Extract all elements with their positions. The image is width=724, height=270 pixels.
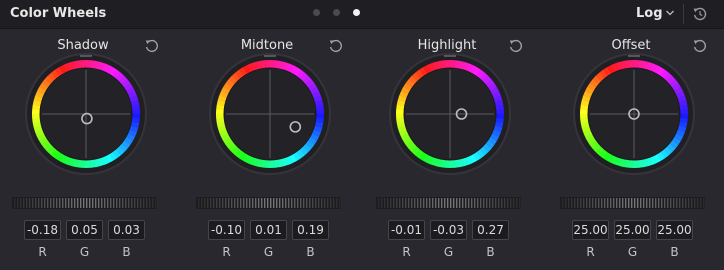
channel-label-r: R <box>222 245 231 259</box>
page-dot-1[interactable] <box>313 9 320 16</box>
wheel-title-shadow: Shadow <box>57 38 109 53</box>
master-wheel-offset[interactable] <box>560 197 705 209</box>
channel-label-g: G <box>627 245 638 259</box>
wheel-panel-midtone: Midtone -0.10 R 0.01 G 0.19 B <box>184 28 350 270</box>
color-wheel-midtone[interactable] <box>208 52 332 176</box>
value-field-r[interactable]: -0.18 <box>24 220 61 240</box>
page-dot-2[interactable] <box>333 9 340 16</box>
master-wheel-highlight[interactable] <box>376 197 521 209</box>
reset-all-icon[interactable] <box>692 6 708 22</box>
color-wheel-highlight[interactable] <box>388 52 512 176</box>
channel-label-r: R <box>38 245 47 259</box>
channel-label-r: R <box>586 245 595 259</box>
channel-label-b: B <box>122 245 131 259</box>
channel-label-b: B <box>486 245 495 259</box>
value-field-b[interactable]: 25.00 <box>656 220 693 240</box>
wheel-panel-highlight: Highlight -0.01 R -0.03 G 0.27 B <box>364 28 530 270</box>
value-field-g[interactable]: -0.03 <box>430 220 467 240</box>
channel-label-g: G <box>79 245 90 259</box>
value-field-b[interactable]: 0.03 <box>108 220 145 240</box>
channel-label-b: B <box>306 245 315 259</box>
wheel-panel-offset: Offset 25.00 R 25.00 G 25.00 B <box>548 28 714 270</box>
wheel-title-midtone: Midtone <box>240 38 294 53</box>
channel-label-r: R <box>402 245 411 259</box>
value-field-b[interactable]: 0.19 <box>292 220 329 240</box>
wheel-panel-shadow: Shadow -0.18 R 0.05 G 0.03 B <box>0 28 166 270</box>
header-divider <box>683 4 684 24</box>
mode-select[interactable]: Log <box>620 0 682 28</box>
color-wheel-offset[interactable] <box>572 52 696 176</box>
master-wheel-shadow[interactable] <box>12 197 157 209</box>
value-field-b[interactable]: 0.27 <box>472 220 509 240</box>
value-field-r[interactable]: -0.01 <box>388 220 425 240</box>
channel-label-g: G <box>263 245 274 259</box>
mode-select-value: Log <box>636 6 663 21</box>
channel-label-b: B <box>670 245 679 259</box>
channel-label-g: G <box>443 245 454 259</box>
panel-title: Color Wheels <box>10 6 107 21</box>
master-wheel-midtone[interactable] <box>196 197 341 209</box>
chevron-down-icon <box>666 10 674 16</box>
page-dot-3[interactable] <box>353 9 360 16</box>
panel-header: Color Wheels Log <box>0 0 724 29</box>
wheel-title-offset: Offset <box>611 38 651 53</box>
value-field-r[interactable]: 25.00 <box>572 220 609 240</box>
value-field-r[interactable]: -0.10 <box>208 220 245 240</box>
value-field-g[interactable]: 0.05 <box>66 220 103 240</box>
value-field-g[interactable]: 25.00 <box>614 220 651 240</box>
wheel-title-highlight: Highlight <box>417 38 477 53</box>
color-wheel-shadow[interactable] <box>24 52 148 176</box>
value-field-g[interactable]: 0.01 <box>250 220 287 240</box>
